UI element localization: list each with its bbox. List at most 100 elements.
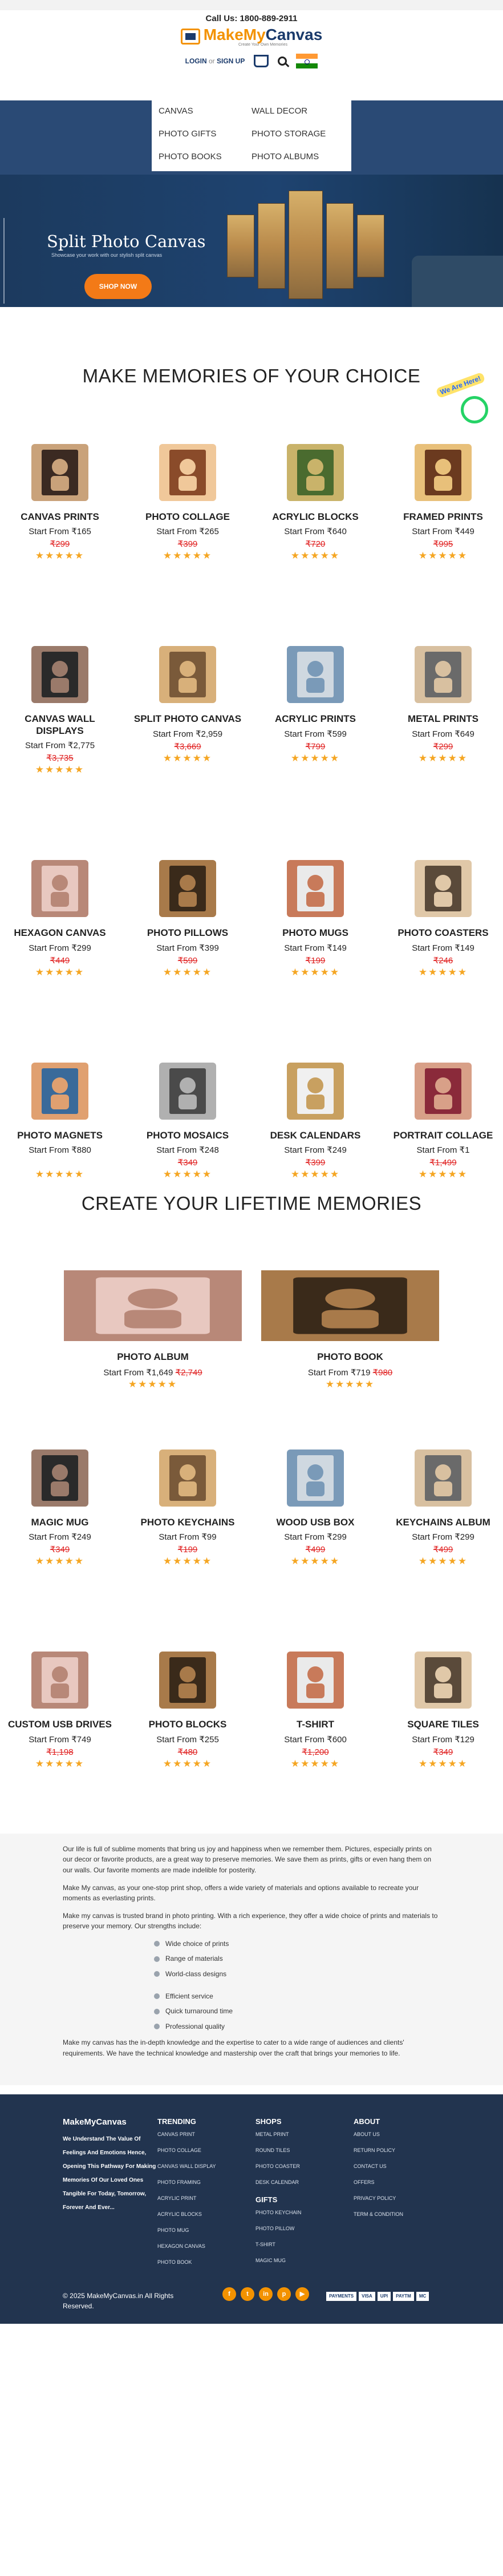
footer-link[interactable]: MAGIC MUG [255, 2258, 354, 2263]
product-image[interactable] [31, 1062, 88, 1120]
product-image[interactable] [415, 860, 472, 918]
product-name[interactable]: PHOTO ALBUM [64, 1351, 242, 1363]
phone-number[interactable]: 1800-889-2911 [240, 14, 298, 23]
site-logo[interactable]: MakeMyCanvas Create Your Own Memories [0, 26, 503, 47]
product-image[interactable] [415, 444, 472, 501]
product-name[interactable]: HEXAGON CANVAS [3, 927, 117, 939]
product-card-portrait-collage[interactable]: PORTRAIT COLLAGE Start From ₹1 ₹1,499 ★★★★★ [386, 1062, 500, 1180]
product-card-photo-mugs[interactable]: PHOTO MUGS Start From ₹149 ₹199 ★★★★★ [258, 860, 372, 978]
product-image[interactable] [159, 1652, 216, 1709]
product-image[interactable] [159, 646, 216, 704]
footer-link[interactable]: PHOTO BOOK [157, 2259, 255, 2265]
product-card-square-tiles[interactable]: SQUARE TILES Start From ₹129 ₹349 ★★★★★ [386, 1652, 500, 1769]
youtube-icon[interactable]: ▶ [295, 2287, 309, 2301]
product-card-split-photo-canvas[interactable]: SPLIT PHOTO CANVAS Start From ₹2,959 ₹3,66… [131, 646, 245, 776]
product-image[interactable] [31, 1449, 88, 1507]
featured-card-photo-album[interactable]: PHOTO ALBUM Start From ₹1,649 ₹2,749 ★★★★★ [64, 1270, 242, 1390]
footer-link[interactable]: METAL PRINT [255, 2131, 354, 2137]
product-name[interactable]: METAL PRINTS [386, 713, 500, 725]
product-name[interactable]: PHOTO BOOK [261, 1351, 439, 1363]
product-image[interactable] [31, 646, 88, 704]
footer-link[interactable]: HEXAGON CANVAS [157, 2243, 255, 2249]
menu-item-photo-storage[interactable]: PHOTO STORAGE [252, 129, 344, 143]
product-image[interactable] [287, 1062, 344, 1120]
product-card-canvas-wall-displays[interactable]: CANVAS WALL DISPLAYS Start From ₹2,775 ₹3,… [3, 646, 117, 776]
product-card-acrylic-prints[interactable]: ACRYLIC PRINTS Start From ₹599 ₹799 ★★★★★ [258, 646, 372, 776]
product-image[interactable] [31, 1652, 88, 1709]
cart-icon[interactable] [254, 55, 269, 67]
product-image[interactable] [287, 1449, 344, 1507]
product-name[interactable]: PHOTO PILLOWS [131, 927, 245, 939]
product-image[interactable] [415, 1449, 472, 1507]
footer-link[interactable]: ACRYLIC BLOCKS [157, 2211, 255, 2217]
product-card-photo-keychains[interactable]: PHOTO KEYCHAINS Start From ₹99 ₹199 ★★★★★ [131, 1449, 245, 1567]
login-link[interactable]: LOGIN [185, 57, 207, 65]
footer-link[interactable]: CANVAS PRINT [157, 2131, 255, 2137]
product-image[interactable] [415, 646, 472, 704]
footer-link[interactable]: PHOTO PILLOW [255, 2226, 354, 2231]
product-card-keychains-album[interactable]: KEYCHAINS ALBUM Start From ₹299 ₹499 ★★★★★ [386, 1449, 500, 1567]
product-name[interactable]: SPLIT PHOTO CANVAS [131, 713, 245, 725]
menu-item-photo-gifts[interactable]: PHOTO GIFTS [159, 129, 252, 143]
product-name[interactable]: SQUARE TILES [386, 1719, 500, 1730]
footer-link[interactable]: PRIVACY POLICY [354, 2195, 456, 2201]
product-name[interactable]: T-SHIRT [258, 1719, 372, 1730]
product-name[interactable]: MAGIC MUG [3, 1517, 117, 1528]
product-card-magic-mug[interactable]: MAGIC MUG Start From ₹249 ₹349 ★★★★★ [3, 1449, 117, 1567]
footer-logo[interactable]: MakeMyCanvas [63, 2117, 157, 2127]
product-image[interactable] [287, 444, 344, 501]
product-card-photo-blocks[interactable]: PHOTO BLOCKS Start From ₹255 ₹480 ★★★★★ [131, 1652, 245, 1769]
product-image[interactable] [287, 860, 344, 918]
footer-link[interactable]: ABOUT US [354, 2131, 456, 2137]
product-name[interactable]: PHOTO MOSAICS [131, 1130, 245, 1141]
footer-link[interactable]: ACRYLIC PRINT [157, 2195, 255, 2201]
menu-item-wall-decor[interactable]: WALL DECOR [252, 106, 344, 120]
facebook-icon[interactable]: f [222, 2287, 236, 2301]
footer-link[interactable]: TERM & CONDITION [354, 2211, 456, 2217]
product-image[interactable] [159, 1062, 216, 1120]
product-card-t-shirt[interactable]: T-SHIRT Start From ₹600 ₹1,200 ★★★★★ [258, 1652, 372, 1769]
product-name[interactable]: DESK CALENDARS [258, 1130, 372, 1141]
product-image[interactable] [415, 1062, 472, 1120]
product-name[interactable]: ACRYLIC BLOCKS [258, 511, 372, 523]
footer-link[interactable]: DESK CALENDAR [255, 2179, 354, 2185]
product-name[interactable]: FRAMED PRINTS [386, 511, 500, 523]
product-name[interactable]: PHOTO MAGNETS [3, 1130, 117, 1141]
pinterest-icon[interactable]: p [277, 2287, 291, 2301]
product-name[interactable]: CUSTOM USB DRIVES [3, 1719, 117, 1730]
india-flag-icon[interactable] [296, 54, 318, 69]
product-image[interactable] [287, 646, 344, 704]
product-image[interactable] [287, 1652, 344, 1709]
footer-link[interactable]: T-SHIRT [255, 2242, 354, 2247]
product-name[interactable]: WOOD USB BOX [258, 1517, 372, 1528]
footer-link[interactable]: CONTACT US [354, 2163, 456, 2169]
shop-now-button[interactable]: SHOP NOW [84, 274, 152, 299]
footer-link[interactable]: PHOTO KEYCHAIN [255, 2210, 354, 2215]
product-card-canvas-prints[interactable]: CANVAS PRINTS Start From ₹165 ₹299 ★★★★★ [3, 444, 117, 562]
twitter-icon[interactable]: t [241, 2287, 254, 2301]
product-card-photo-coasters[interactable]: PHOTO COASTERS Start From ₹149 ₹246 ★★★★★ [386, 860, 500, 978]
product-card-framed-prints[interactable]: FRAMED PRINTS Start From ₹449 ₹995 ★★★★★ [386, 444, 500, 562]
featured-image[interactable] [261, 1270, 439, 1341]
product-image[interactable] [159, 444, 216, 501]
featured-card-photo-book[interactable]: PHOTO BOOK Start From ₹719 ₹980 ★★★★★ [261, 1270, 439, 1390]
menu-item-canvas[interactable]: CANVAS [159, 106, 252, 120]
product-image[interactable] [415, 1652, 472, 1709]
product-card-acrylic-blocks[interactable]: ACRYLIC BLOCKS Start From ₹640 ₹720 ★★★★★ [258, 444, 372, 562]
product-card-photo-collage[interactable]: PHOTO COLLAGE Start From ₹265 ₹399 ★★★★★ [131, 444, 245, 562]
product-card-desk-calendars[interactable]: DESK CALENDARS Start From ₹249 ₹399 ★★★★★ [258, 1062, 372, 1180]
product-card-metal-prints[interactable]: METAL PRINTS Start From ₹649 ₹299 ★★★★★ [386, 646, 500, 776]
product-image[interactable] [159, 1449, 216, 1507]
menu-item-photo-books[interactable]: PHOTO BOOKS [159, 152, 252, 165]
search-icon[interactable] [278, 56, 287, 66]
featured-image[interactable] [64, 1270, 242, 1341]
product-card-wood-usb-box[interactable]: WOOD USB BOX Start From ₹299 ₹499 ★★★★★ [258, 1449, 372, 1567]
product-name[interactable]: ACRYLIC PRINTS [258, 713, 372, 725]
footer-link[interactable]: PHOTO FRAMING [157, 2179, 255, 2185]
product-name[interactable]: PHOTO KEYCHAINS [131, 1517, 245, 1528]
product-name[interactable]: CANVAS WALL DISPLAYS [3, 713, 117, 737]
product-name[interactable]: PHOTO COASTERS [386, 927, 500, 939]
footer-link[interactable]: CANVAS WALL DISPLAY [157, 2163, 255, 2169]
footer-link[interactable]: RETURN POLICY [354, 2147, 456, 2153]
product-name[interactable]: CANVAS PRINTS [3, 511, 117, 523]
